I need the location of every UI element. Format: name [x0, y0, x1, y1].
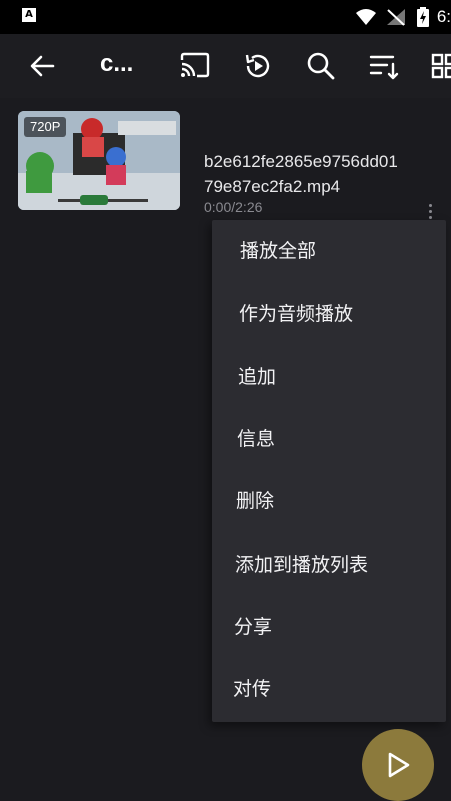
video-filename: b2e612fe2865e9756dd0179e87ec2fa2.mp4: [204, 152, 398, 196]
menu-item-play-as-audio[interactable]: 作为音频播放: [212, 283, 446, 345]
menu-item-play-all[interactable]: 播放全部: [212, 220, 446, 282]
status-time: 6:: [436, 7, 451, 26]
play-icon: [388, 752, 410, 778]
menu-item-transfer[interactable]: 对传: [212, 658, 446, 720]
no-signal-icon: [386, 9, 405, 26]
battery-charging-icon: [416, 7, 429, 27]
menu-item-info[interactable]: 信息: [212, 408, 446, 470]
cast-button[interactable]: [177, 48, 213, 84]
status-bar: A 6:: [0, 0, 451, 34]
grid-icon: [431, 53, 451, 79]
notification-icon: A: [22, 8, 36, 22]
quality-badge: 720P: [24, 117, 67, 137]
more-dot-icon: [428, 203, 432, 207]
search-button[interactable]: [303, 48, 339, 84]
cast-icon: [180, 52, 210, 78]
sort-button[interactable]: [366, 48, 402, 84]
status-icons: 6:: [355, 6, 451, 28]
menu-item-delete[interactable]: 删除: [212, 470, 446, 532]
wifi-icon: [355, 9, 376, 25]
play-fab[interactable]: [362, 729, 434, 801]
video-thumbnail[interactable]: 720P: [18, 111, 180, 210]
sort-icon: [369, 55, 399, 80]
more-dot-icon: [428, 215, 432, 219]
video-item[interactable]: 720P b2e612fe2865e9756dd0179e87ec2fa2.mp…: [0, 110, 451, 222]
menu-item-add-to-playlist[interactable]: 添加到播放列表: [212, 534, 446, 596]
video-duration: 0:00/2:26: [204, 199, 263, 215]
back-button[interactable]: [24, 48, 60, 84]
grid-view-button[interactable]: [426, 48, 451, 84]
page-title: c...: [100, 50, 134, 77]
history-button[interactable]: [240, 48, 276, 84]
menu-item-append[interactable]: 追加: [212, 346, 446, 408]
context-menu: 播放全部 作为音频播放 追加 信息 删除 添加到播放列表 分享 对传: [212, 220, 446, 722]
search-icon: [307, 52, 335, 80]
toolbar: c...: [0, 34, 451, 98]
arrow-left-icon: [30, 55, 55, 77]
menu-item-share[interactable]: 分享: [212, 596, 446, 658]
history-play-icon: [245, 54, 270, 78]
more-dot-icon: [428, 209, 432, 213]
